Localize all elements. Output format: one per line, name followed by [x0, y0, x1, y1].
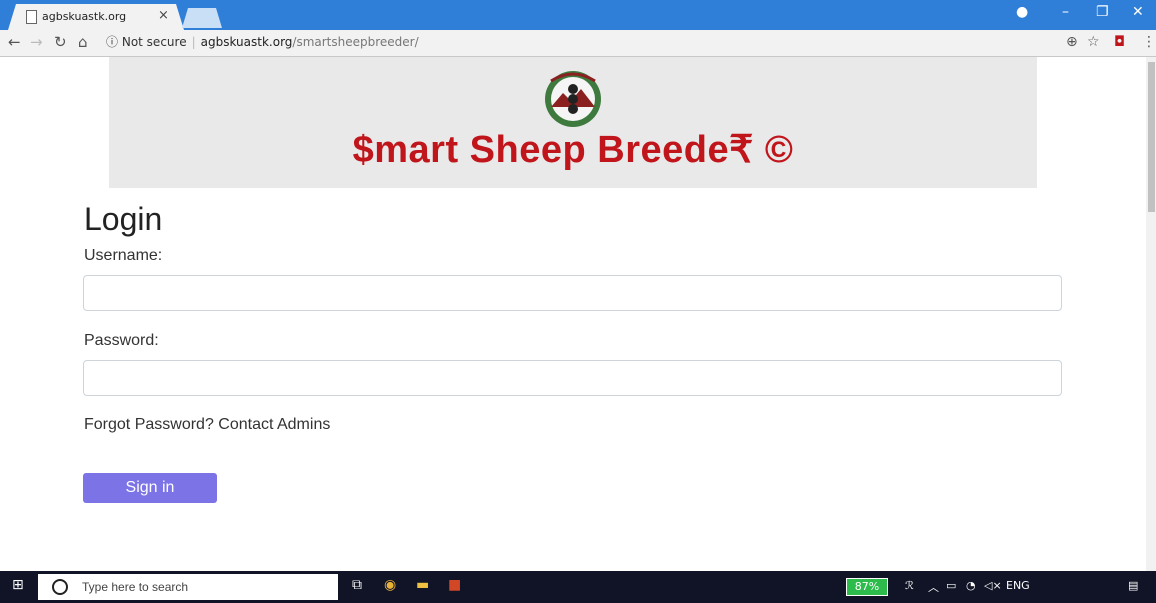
forgot-password-text: Forgot Password? Contact Admins [84, 416, 331, 433]
address-bar[interactable]: ⓘ Not secure | agbskuastk.org/smartsheepbr… [106, 32, 1106, 52]
university-seal-logo [545, 71, 601, 127]
search-placeholder: Type here to search [82, 580, 189, 594]
minimize-button[interactable]: – [1062, 4, 1069, 20]
header-banner: $mart Sheep Breede₹ © [109, 57, 1037, 188]
profile-icon[interactable]: ● [1016, 4, 1028, 20]
back-arrow-icon[interactable]: ← [8, 33, 21, 51]
page-icon [26, 10, 37, 24]
show-hidden-icons[interactable]: ︿ [928, 579, 939, 595]
info-icon[interactable]: ⓘ [106, 35, 118, 49]
zoom-icon[interactable]: ⊕ [1066, 34, 1078, 50]
chrome-icon[interactable]: ◉ [384, 577, 396, 593]
new-tab-button[interactable] [182, 8, 222, 28]
password-label: Password: [84, 332, 159, 349]
windows-logo-icon[interactable]: ⊞ [12, 577, 24, 593]
browser-title-bar: agbskuastk.org × ● – ❐ ✕ [0, 0, 1156, 30]
site-brand-title: $mart Sheep Breede₹ © [352, 129, 794, 171]
people-icon[interactable]: ℛ [905, 579, 914, 592]
page-title: Login [84, 201, 163, 237]
browser-toolbar: ← → ↻ ⌂ ⓘ Not secure | agbskuastk.org/smar… [0, 30, 1156, 57]
home-icon[interactable]: ⌂ [78, 33, 88, 51]
task-view-icon[interactable]: ⧉ [352, 577, 362, 593]
url-host: agbskuastk.org [200, 35, 293, 49]
page-viewport: $mart Sheep Breede₹ © Login Username: Pa… [0, 57, 1146, 571]
username-label: Username: [84, 247, 163, 264]
microphone-icon[interactable]: 🎙 [318, 577, 336, 593]
restore-button[interactable]: ❐ [1096, 4, 1109, 20]
username-input[interactable] [83, 275, 1062, 311]
scrollbar-thumb[interactable] [1148, 62, 1155, 212]
taskbar-search-box[interactable]: Type here to search [38, 574, 338, 600]
password-input[interactable] [83, 360, 1062, 396]
cortana-icon [52, 579, 68, 595]
reload-icon[interactable]: ↻ [54, 33, 67, 51]
url-path: /smartsheepbreeder/ [292, 35, 419, 49]
network-icon[interactable]: ▭ [946, 579, 956, 592]
browser-tab[interactable]: agbskuastk.org × [8, 4, 184, 30]
extension-icon[interactable]: ◘ [1114, 34, 1125, 50]
volume-icon[interactable]: ◁× [984, 579, 1002, 592]
language-indicator[interactable]: ENG [1006, 579, 1030, 592]
close-window-button[interactable]: ✕ [1132, 4, 1144, 20]
sign-in-button[interactable]: Sign in [83, 473, 217, 503]
battery-indicator[interactable]: 87% [846, 578, 888, 596]
wifi-icon[interactable]: ◔ [966, 579, 976, 592]
tab-title: agbskuastk.org [42, 10, 127, 23]
file-explorer-icon[interactable]: ▬ [416, 577, 429, 593]
star-icon[interactable]: ☆ [1087, 34, 1100, 50]
tab-close-icon[interactable]: × [158, 8, 169, 23]
powerpoint-icon[interactable]: ■ [448, 577, 461, 593]
notification-icon[interactable]: ▤ [1128, 579, 1138, 592]
security-label[interactable]: Not secure [122, 35, 187, 49]
kebab-menu-icon[interactable]: ⋮ [1142, 34, 1156, 50]
forward-arrow-icon[interactable]: → [30, 33, 43, 51]
windows-taskbar: ⊞ Type here to search 🎙 ⧉ ◉ ▬ ■ 87% ℛ ︿ … [0, 571, 1156, 603]
